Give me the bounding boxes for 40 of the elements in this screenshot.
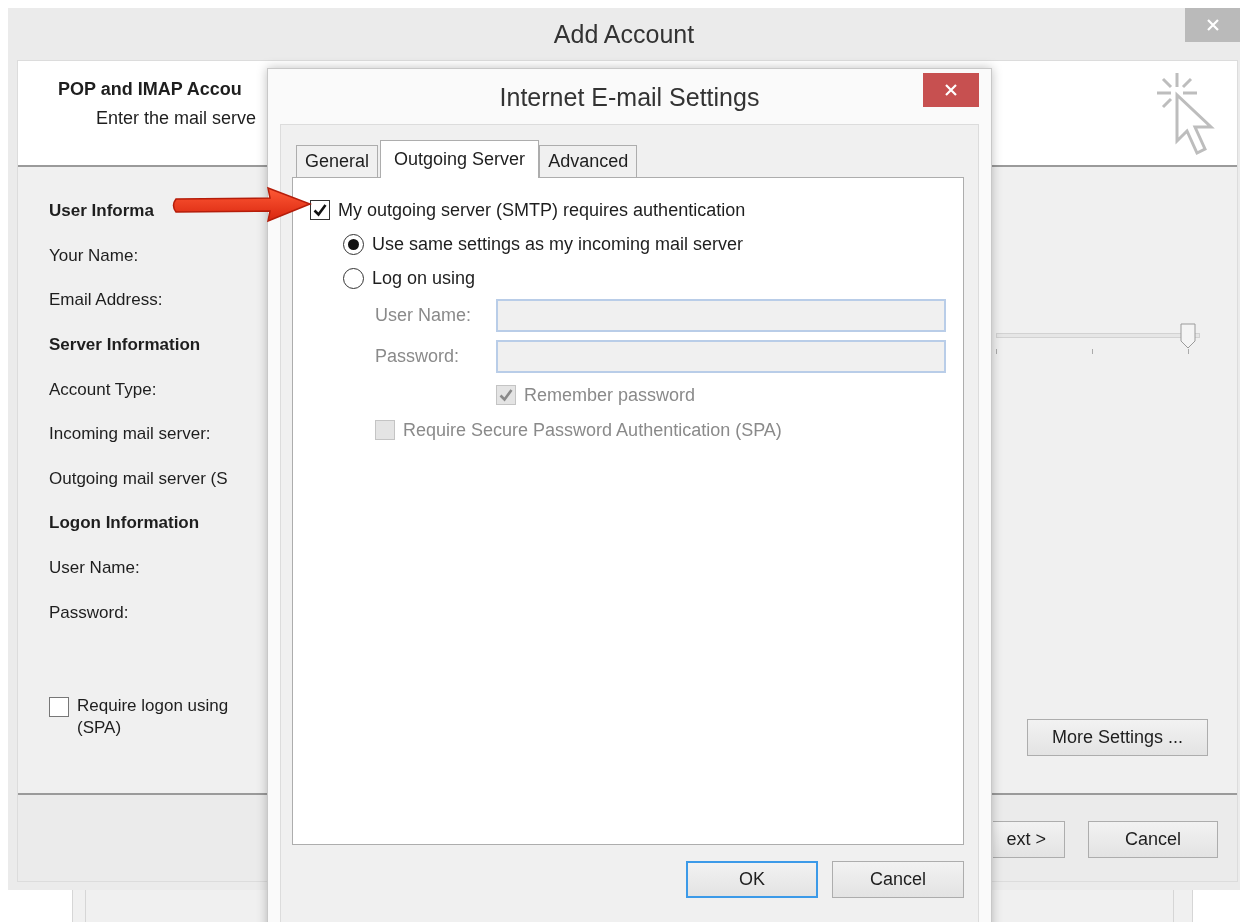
checkbox-label: Require logon using [77,694,229,717]
checkbox-label: (SPA) [77,716,123,739]
page-description: Enter the mail serve [95,108,257,129]
tab[interactable]: General [296,145,379,177]
field-label: Your Name: [49,244,139,267]
field-label: Password: [49,601,129,624]
field-label: Account Type: [49,378,157,401]
option-label: Require Secure Password Authentication (SPA) [403,419,782,441]
more-settings-button[interactable]: More Settings ... [1027,719,1208,756]
radio-button[interactable] [343,233,364,255]
option-label: Log on using [372,267,476,289]
page-heading: POP and IMAP Accou [58,79,242,100]
option-label: Remember password [524,384,696,406]
dialog-title: Internet E-mail Settings [499,83,760,112]
dialog-button[interactable]: Cancel [832,861,964,898]
option-label: My outgoing server (SMTP) requires authentication [338,199,746,221]
dialog-button[interactable]: OK [686,861,818,898]
field-label: Incoming mail server: [49,423,211,446]
close-icon [1205,18,1220,32]
window-title: Add Account [553,19,695,49]
dialog-button[interactable]: Cancel [1088,821,1218,858]
close-button[interactable] [923,73,979,107]
dialog-button[interactable]: ext > [993,821,1065,858]
field-label: Email Address: [49,289,163,312]
radio-button[interactable] [343,267,364,289]
option-label: Use same settings as my incoming mail server [372,233,744,255]
tab[interactable]: Outgoing Server [380,140,540,178]
tab[interactable]: Advanced [539,145,638,177]
close-icon [944,83,958,97]
section-heading: Server Information [49,334,201,357]
checkbox[interactable] [310,200,330,220]
field-label: Outgoing mail server (S [49,467,228,490]
slider-thumb[interactable] [1180,323,1196,349]
field-label: Password: [375,346,461,367]
close-button[interactable] [1185,8,1240,42]
section-heading: Logon Information [49,512,200,535]
checkbox[interactable] [49,696,69,717]
field-label: User Name: [49,557,140,580]
section-heading: User Informa [49,200,154,223]
field-label: User Name: [375,305,473,326]
